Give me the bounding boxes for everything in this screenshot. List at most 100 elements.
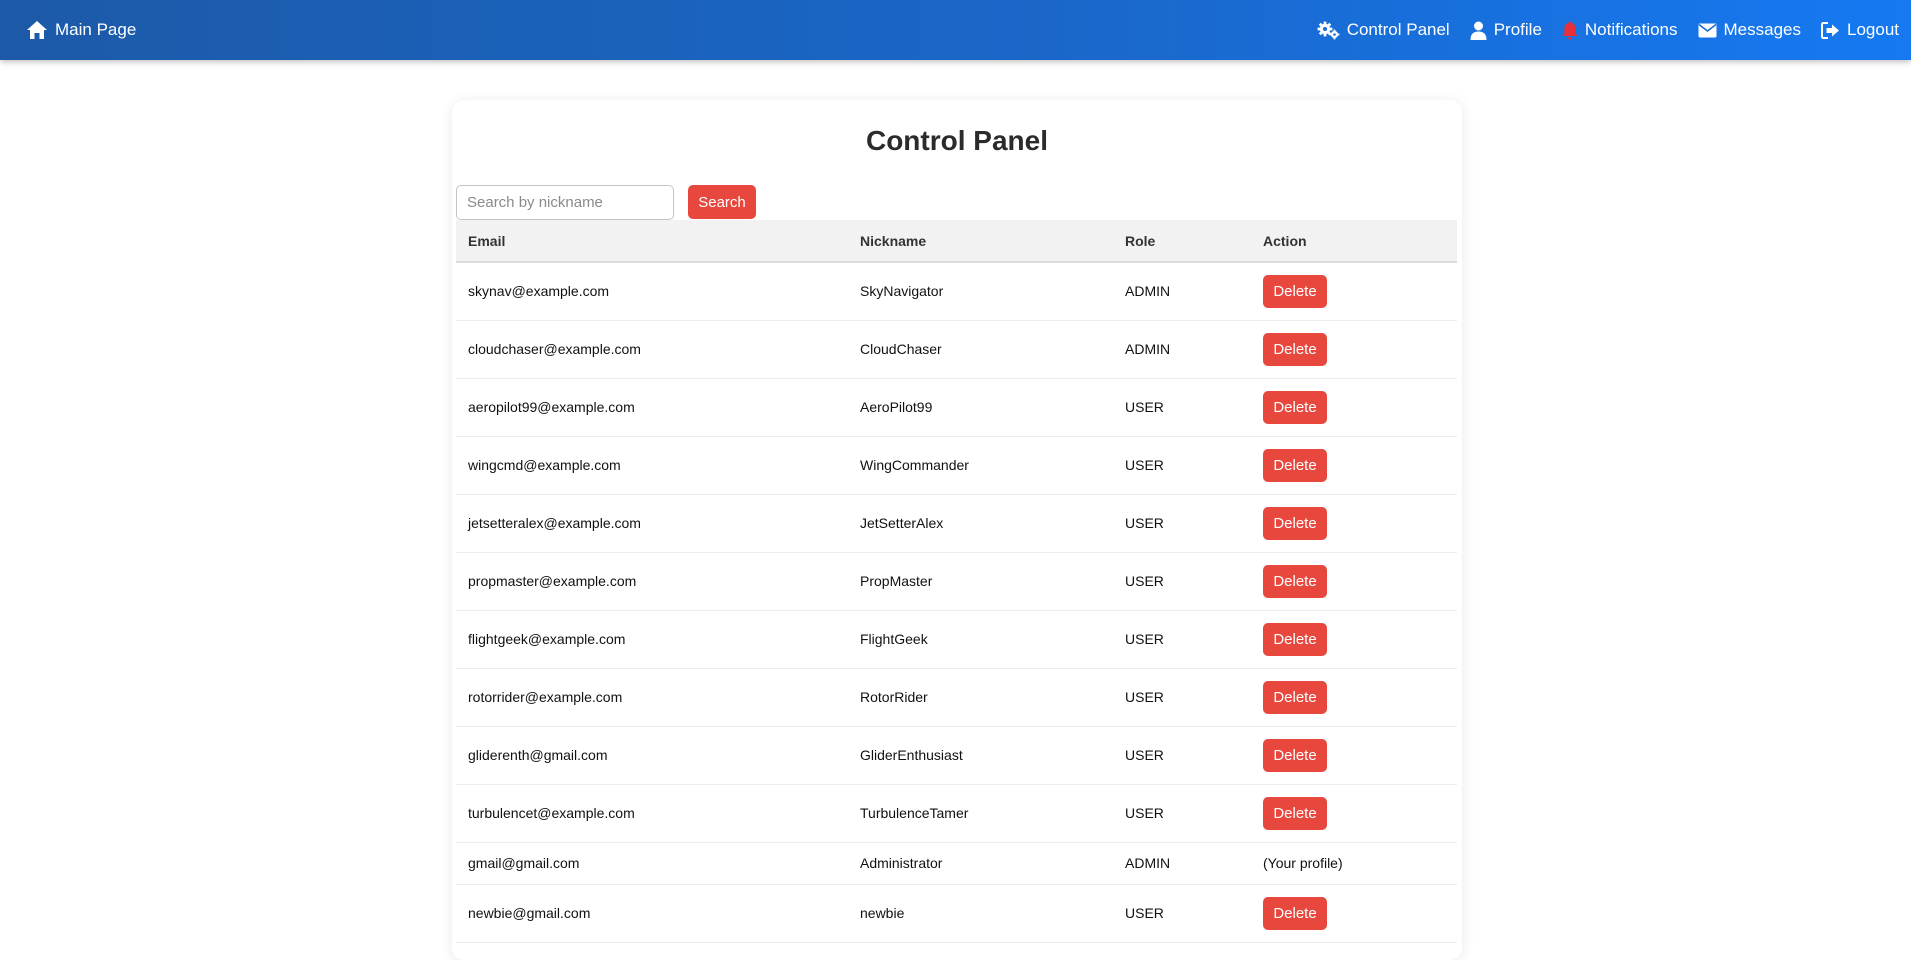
main-page-label: Main Page — [55, 20, 137, 39]
column-header-action: Action — [1263, 232, 1307, 249]
user-email-cell: rotorrider@example.com — [468, 689, 623, 705]
user-action-cell: Delete — [1251, 668, 1457, 726]
user-action-cell: (Your profile) — [1251, 842, 1457, 884]
user-email-cell: propmaster@example.com — [468, 573, 637, 589]
nav-control-panel[interactable]: Control Panel — [1317, 20, 1450, 40]
user-nickname-cell: PropMaster — [860, 573, 933, 589]
user-nickname-cell: FlightGeek — [860, 631, 928, 647]
nav-notifications-label: Notifications — [1584, 20, 1678, 39]
user-email-cell: gmail@gmail.com — [468, 855, 580, 871]
delete-user-button[interactable]: Delete — [1263, 506, 1327, 540]
delete-user-button[interactable]: Delete — [1263, 274, 1327, 308]
user-role-cell: USER — [1125, 905, 1164, 921]
table-row: cloudchaser@example.com CloudChaser ADMIN D… — [456, 320, 1457, 378]
delete-user-button[interactable]: Delete — [1263, 564, 1327, 598]
control-panel-card: Control Panel Search Email Nickname Role… — [452, 100, 1462, 960]
home-icon — [26, 20, 48, 40]
delete-user-button[interactable]: Delete — [1263, 680, 1327, 714]
search-button[interactable]: Search — [688, 185, 756, 219]
nav-messages[interactable]: Messages — [1698, 20, 1801, 40]
user-email-cell: cloudchaser@example.com — [468, 341, 641, 357]
table-row: flightgeek@example.com FlightGeek USER Dele… — [456, 610, 1457, 668]
user-nickname-cell: JetSetterAlex — [860, 515, 944, 531]
user-email-cell: turbulencet@example.com — [468, 805, 635, 821]
user-nickname-cell: AeroPilot99 — [860, 399, 933, 415]
search-bar: Search — [456, 184, 1458, 220]
user-role-cell: USER — [1125, 747, 1164, 763]
table-row: jetsetteralex@example.com JetSetterAlex US… — [456, 494, 1457, 552]
nav-profile-label: Profile — [1493, 20, 1542, 39]
user-email-cell: gliderenth@gmail.com — [468, 747, 608, 763]
table-row: aeropilot99@example.com AeroPilot99 USER De… — [456, 378, 1457, 436]
table-row: gliderenth@gmail.com GliderEnthusiast USER… — [456, 726, 1457, 784]
user-role-cell: ADMIN — [1125, 855, 1171, 871]
column-header-role: Role — [1125, 232, 1156, 249]
user-action-cell: Delete — [1251, 262, 1457, 320]
user-action-cell: Delete — [1251, 552, 1457, 610]
user-role-cell: USER — [1125, 457, 1164, 473]
user-nickname-cell: SkyNavigator — [860, 283, 944, 300]
user-action-cell: Delete — [1251, 884, 1457, 942]
user-action-cell: Delete — [1251, 726, 1457, 784]
user-email-cell: wingcmd@example.com — [468, 457, 621, 473]
user-role-cell: USER — [1125, 573, 1164, 589]
user-action-cell: Delete — [1251, 494, 1457, 552]
delete-user-button[interactable]: Delete — [1263, 332, 1327, 366]
nav-notifications[interactable]: Notifications — [1562, 20, 1678, 40]
table-row: rotorrider@example.com RotorRider USER Dele… — [456, 668, 1457, 726]
table-row: skynav@example.com SkyNavigator ADMIN Delet… — [456, 262, 1457, 320]
user-email-cell: skynav@example.com — [468, 283, 610, 300]
user-email-cell: newbie@gmail.com — [468, 905, 591, 921]
user-role-cell: ADMIN — [1125, 341, 1171, 357]
user-nickname-cell: RotorRider — [860, 689, 928, 705]
envelope-icon — [1698, 23, 1717, 38]
user-action-cell: Delete — [1251, 784, 1457, 842]
delete-user-button[interactable]: Delete — [1263, 622, 1327, 656]
sign-out-icon — [1821, 21, 1840, 39]
delete-user-button[interactable]: Delete — [1263, 796, 1327, 830]
user-nickname-cell: Administrator — [860, 855, 943, 871]
delete-user-button[interactable]: Delete — [1263, 390, 1327, 424]
nav-links: Control Panel Profile Notifications Mess… — [1317, 20, 1899, 40]
nav-logout[interactable]: Logout — [1821, 20, 1899, 40]
nav-profile[interactable]: Profile — [1470, 20, 1542, 40]
column-header-nickname: Nickname — [860, 232, 927, 249]
user-action-cell: Delete — [1251, 436, 1457, 494]
top-navbar: Main Page Control Panel Profile Notifica… — [0, 0, 1911, 60]
nav-control-panel-label: Control Panel — [1346, 20, 1450, 39]
search-input[interactable] — [456, 184, 674, 220]
user-nickname-cell: CloudChaser — [860, 341, 942, 357]
table-row: turbulencet@example.com TurbulenceTamer US… — [456, 784, 1457, 842]
users-table-body: skynav@example.com SkyNavigator ADMIN Delet… — [456, 262, 1457, 942]
user-email-cell: jetsetteralex@example.com — [468, 515, 641, 531]
user-icon — [1470, 21, 1487, 40]
table-row: gmail@gmail.com Administrator ADMIN (Your p… — [456, 842, 1457, 884]
delete-user-button[interactable]: Delete — [1263, 738, 1327, 772]
user-nickname-cell: TurbulenceTamer — [860, 805, 969, 821]
column-header-email: Email — [468, 232, 506, 249]
user-role-cell: USER — [1125, 515, 1164, 531]
user-role-cell: USER — [1125, 805, 1164, 821]
table-header-row: Email Nickname Role Action — [456, 220, 1457, 262]
table-row: wingcmd@example.com WingCommander USER Dele… — [456, 436, 1457, 494]
nav-logout-label: Logout — [1847, 20, 1899, 39]
user-role-cell: USER — [1125, 631, 1164, 647]
user-action-cell: Delete — [1251, 378, 1457, 436]
table-row: propmaster@example.com PropMaster USER Dele… — [456, 552, 1457, 610]
gears-icon — [1317, 21, 1340, 40]
bell-icon — [1562, 21, 1578, 40]
users-table: Email Nickname Role Action skynav@exampl… — [456, 220, 1457, 943]
user-role-cell: ADMIN — [1125, 283, 1171, 300]
user-nickname-cell: newbie — [860, 905, 905, 921]
user-action-cell: Delete — [1251, 610, 1457, 668]
own-profile-label: (Your profile) — [1263, 855, 1343, 871]
main-page-link[interactable]: Main Page — [26, 20, 136, 40]
nav-messages-label: Messages — [1723, 20, 1801, 39]
user-action-cell: Delete — [1251, 320, 1457, 378]
user-email-cell: flightgeek@example.com — [468, 631, 626, 647]
user-role-cell: USER — [1125, 689, 1164, 705]
page-title: Control Panel — [865, 125, 1048, 156]
delete-user-button[interactable]: Delete — [1263, 448, 1327, 482]
user-nickname-cell: WingCommander — [860, 457, 969, 473]
delete-user-button[interactable]: Delete — [1263, 896, 1327, 930]
